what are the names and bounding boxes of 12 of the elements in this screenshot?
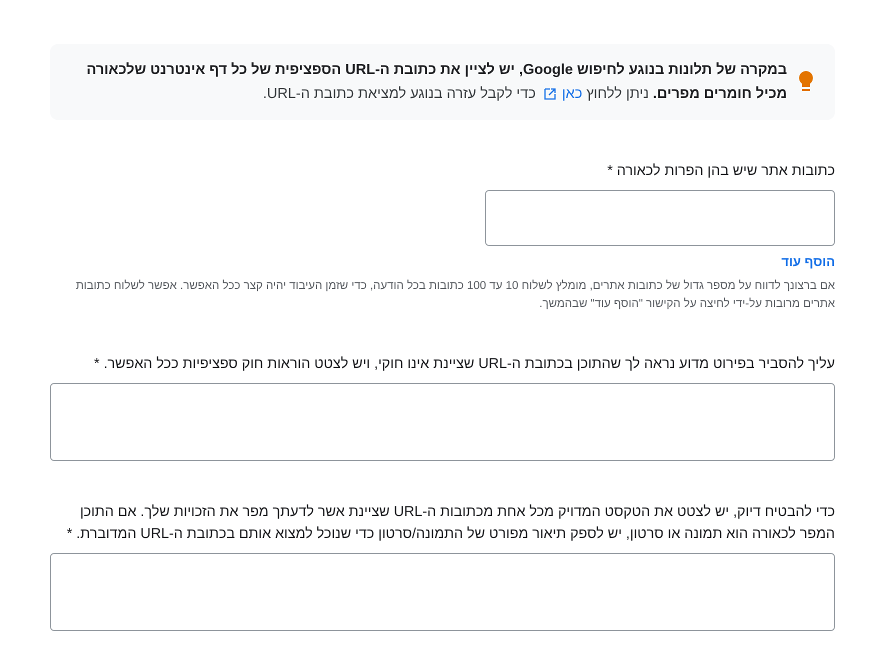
notice-text: במקרה של תלונות בנוגע לחיפוש Google, יש לציין את כתובת ה-URL הספציפית של כל דף אינטרנט שלכאורה מכיל חומרים מפרים. ניתן ללחוץ כאן כדי לקבל עזרה בנוגע למציאת כתובת ה-URL.	[74, 58, 787, 106]
field-label: כדי להבטיח דיוק, יש לצטט את הטקסט המדויק מכל אחת מכתובות ה-URL שציינת אשר לדעתך מפר את הזכויות שלך. אם התוכן המפר לכאורה הוא תמונה או סרטון, יש לספק תיאור מפורט של התמונה/סרטון כדי שנוכל למצוא אותם בכתובת ה-URL המדוברת. *	[66, 503, 835, 544]
text-area[interactable]	[50, 553, 835, 631]
input-field[interactable]	[485, 190, 835, 246]
help-text: אם ברצונך לדווח על מספר גדול של כתובות אתרים, מומלץ לשלוח 10 עד 100 כתובות בכל הודעה, כדי שזמן העיבוד יהיה קצר ככל האפשר. אפשר לשלוח כתובות אתרים מרובות על-ידי לחיצה על הקישור "הוסף עוד" שבהמשך.	[74, 278, 835, 312]
field-label: כתובות אתר שיש בהן הפרות לכאורה *	[606, 162, 835, 181]
lightbulb-icon	[797, 70, 815, 94]
field-label: עליך להסביר בפירוט מדוע נראה לך שהתוכן בכתובת ה-URL שציינת אינו חוקי, ויש לצטט הוראות חוק ספציפיות ככל האפשר. *	[93, 355, 835, 374]
external-link-icon	[544, 88, 556, 100]
help-link[interactable]: כאן	[544, 82, 582, 106]
text-area[interactable]	[50, 383, 835, 461]
add-more-link[interactable]: הוסף עוד	[781, 254, 835, 269]
